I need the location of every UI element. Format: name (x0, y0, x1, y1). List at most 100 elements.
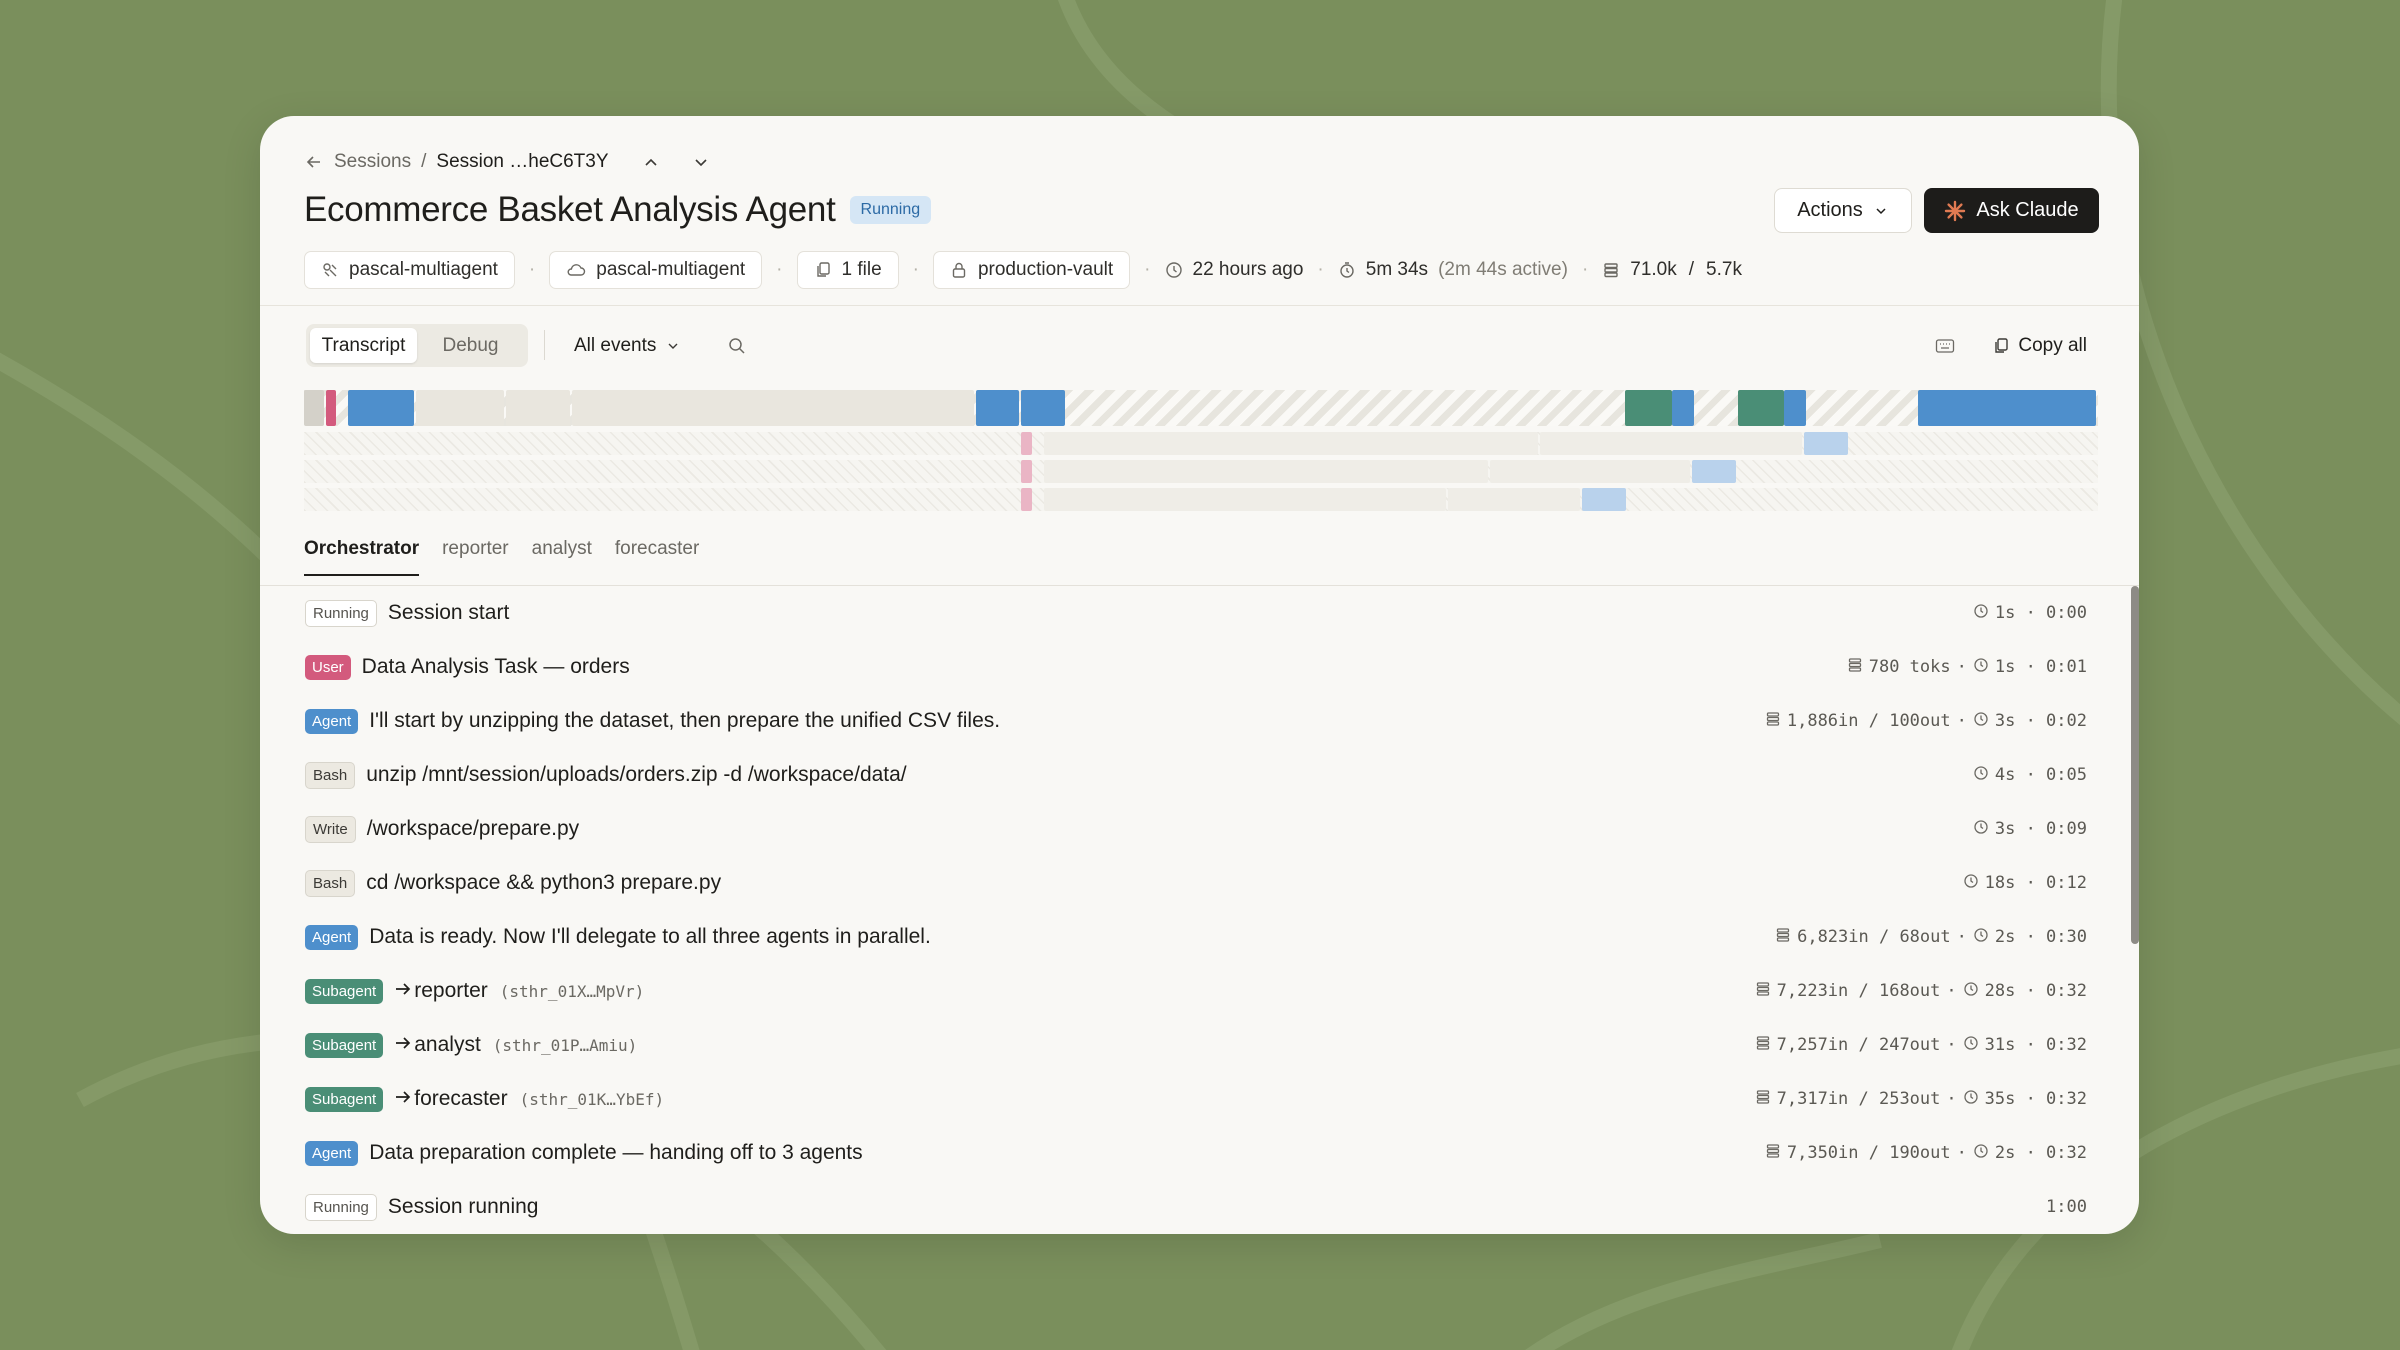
timeline-block[interactable] (1490, 460, 1690, 483)
event-row[interactable]: Agent Data preparation complete — handing… (260, 1126, 2139, 1180)
timeline-forecaster-track (304, 488, 2098, 511)
back-arrow-icon[interactable] (304, 152, 324, 172)
event-stats: 780 toks · 1s · 0:01 (1847, 657, 2087, 678)
timeline-block[interactable] (326, 390, 336, 426)
ask-claude-label: Ask Claude (1976, 199, 2079, 221)
timeline-block[interactable] (304, 390, 324, 426)
event-type-badge: Bash (305, 869, 356, 897)
timeline-block[interactable] (1738, 390, 1784, 426)
files-chip[interactable]: 1 file (796, 251, 899, 289)
tab-forecaster[interactable]: forecaster (615, 538, 699, 576)
event-list: Running Session start 1s · 0:00 User Data An… (260, 586, 2139, 1234)
chevron-up-icon[interactable] (631, 142, 671, 182)
timeline-analyst-track (304, 460, 2098, 483)
event-row[interactable]: User Data Analysis Task — orders 780 toks ·… (260, 640, 2139, 694)
copy-icon (1992, 337, 2010, 355)
vault-chip[interactable]: production-vault (932, 251, 1131, 289)
event-text: I'll start by unzipping the dataset, the… (369, 709, 1001, 732)
event-row[interactable]: Bash unzip /mnt/session/uploads/orders.zi… (260, 748, 2139, 802)
event-tokens: 780 toks (1868, 657, 1951, 677)
token-stack-icon (1755, 1089, 1771, 1110)
event-row[interactable]: Subagent reporter (sthr_01X…MpVr) 7,223in /… (260, 964, 2139, 1018)
timeline-block[interactable] (1918, 390, 2096, 426)
status-badge: Running (849, 196, 932, 224)
timeline-block[interactable] (1021, 390, 1065, 426)
scrollbar[interactable] (2131, 586, 2139, 944)
timeline-block[interactable] (1044, 460, 1488, 483)
event-row[interactable]: Running Session running 1:00 (260, 1180, 2139, 1234)
event-type-badge: Subagent (305, 1086, 384, 1112)
tab-transcript[interactable]: Transcript (310, 328, 417, 363)
event-text: reporter (414, 979, 488, 1002)
timeline-block[interactable] (1784, 390, 1806, 426)
timeline-block[interactable] (1448, 488, 1580, 511)
event-stats: 7,223in / 168out · 28s · 0:32 (1755, 981, 2087, 1002)
created-time: 22 hours ago (1165, 259, 1304, 281)
timeline-block[interactable] (506, 390, 570, 426)
timeline-block[interactable] (1540, 432, 1802, 455)
actions-button[interactable]: Actions (1774, 188, 1912, 233)
tab-debug[interactable]: Debug (417, 328, 524, 363)
breadcrumb: Sessions / Session …heC6T3Y (304, 142, 721, 182)
event-row[interactable]: Subagent forecaster (sthr_01K…YbEf) 7,317in… (260, 1072, 2139, 1126)
event-text: Data is ready. Now I'll delegate to all … (369, 925, 931, 948)
timeline-block[interactable] (1625, 390, 1672, 426)
keyboard-icon[interactable] (1929, 330, 1961, 362)
copy-all-button[interactable]: Copy all (1992, 328, 2087, 364)
breadcrumb-current: Session …heC6T3Y (436, 151, 609, 172)
copy-all-label: Copy all (2018, 335, 2087, 356)
timeline-block[interactable] (976, 390, 1019, 426)
search-icon[interactable] (720, 329, 754, 363)
timeline-block[interactable] (1044, 488, 1446, 511)
timeline-block[interactable] (1672, 390, 1694, 426)
event-type-badge: User (305, 654, 351, 680)
event-row[interactable]: Running Session start 1s · 0:00 (260, 586, 2139, 640)
event-row[interactable]: Bash cd /workspace && python3 prepare.py 1… (260, 856, 2139, 910)
timeline-block[interactable] (1021, 432, 1032, 455)
token-stack-icon (1847, 657, 1863, 678)
timeline-reporter-track (304, 432, 2098, 455)
timeline-block[interactable] (1804, 432, 1848, 455)
clock-icon (1973, 711, 1989, 732)
event-row[interactable]: Agent Data is ready. Now I'll delegate to… (260, 910, 2139, 964)
event-tokens: 6,823in / 68out (1797, 927, 1951, 947)
agent-chip[interactable]: pascal-multiagent (304, 251, 515, 289)
environment-chip[interactable]: pascal-multiagent (549, 251, 763, 289)
event-type-badge: Agent (305, 708, 359, 734)
arrow-right-icon (394, 1089, 412, 1110)
event-time: 1s · 0:01 (1994, 657, 2087, 677)
event-time: 2s · 0:32 (1994, 1143, 2087, 1163)
timeline-block[interactable] (348, 390, 414, 426)
event-type-badge: Subagent (305, 1032, 384, 1058)
event-row[interactable]: Subagent analyst (sthr_01P…Amiu) 7,257in / … (260, 1018, 2139, 1072)
created-ago: 22 hours ago (1192, 259, 1304, 280)
agent-tabs: Orchestrator reporter analyst forecaster (304, 538, 699, 576)
tab-orchestrator[interactable]: Orchestrator (304, 538, 420, 576)
event-type-badge: Subagent (305, 978, 384, 1004)
files-count: 1 file (841, 259, 882, 280)
environment-name: pascal-multiagent (596, 259, 746, 280)
event-filter-dropdown[interactable]: All events (574, 329, 680, 363)
claude-spark-icon (1944, 200, 1966, 222)
chevron-down-icon[interactable] (681, 142, 721, 182)
event-time: 4s · 0:05 (1994, 765, 2087, 785)
event-row[interactable]: Agent I'll start by unzipping the dataset… (260, 694, 2139, 748)
timeline-block[interactable] (416, 390, 504, 426)
token-stack-icon (1765, 1143, 1781, 1164)
timeline-block[interactable] (572, 390, 974, 426)
token-stack-icon (1775, 927, 1791, 948)
timeline-block[interactable] (1692, 460, 1736, 483)
ask-claude-button[interactable]: Ask Claude (1924, 188, 2099, 233)
event-time: 1:00 (2046, 1197, 2087, 1217)
event-type-badge: Agent (305, 1140, 359, 1166)
tab-analyst[interactable]: analyst (532, 538, 592, 576)
event-row[interactable]: Write/workspace/prepare.py 3s · 0:09 (260, 802, 2139, 856)
timeline-block[interactable] (1044, 432, 1538, 455)
tab-reporter[interactable]: reporter (442, 538, 509, 576)
timeline-block[interactable] (1021, 460, 1032, 483)
active-duration: (2m 44s active) (1438, 259, 1568, 280)
thread-id: (sthr_01K…YbEf) (519, 1089, 665, 1109)
breadcrumb-sessions-link[interactable]: Sessions (334, 151, 411, 173)
timeline-block[interactable] (1582, 488, 1626, 511)
timeline-block[interactable] (1021, 488, 1032, 511)
